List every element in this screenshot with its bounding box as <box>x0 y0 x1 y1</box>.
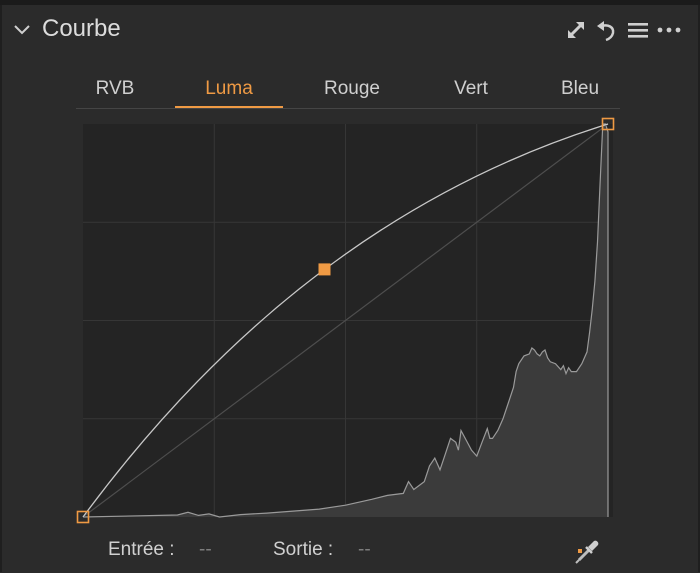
input-label: Entrée : <box>108 539 175 560</box>
eyedropper-picker-icon[interactable] <box>572 535 604 567</box>
output-label: Sortie : <box>273 539 334 560</box>
output-value: -- <box>358 539 371 560</box>
curve-control-point-1[interactable] <box>318 263 331 276</box>
graph-footer: Entrée : -- Sortie : -- <box>0 535 700 565</box>
input-value: -- <box>199 539 212 560</box>
curve-graph[interactable] <box>0 0 700 530</box>
